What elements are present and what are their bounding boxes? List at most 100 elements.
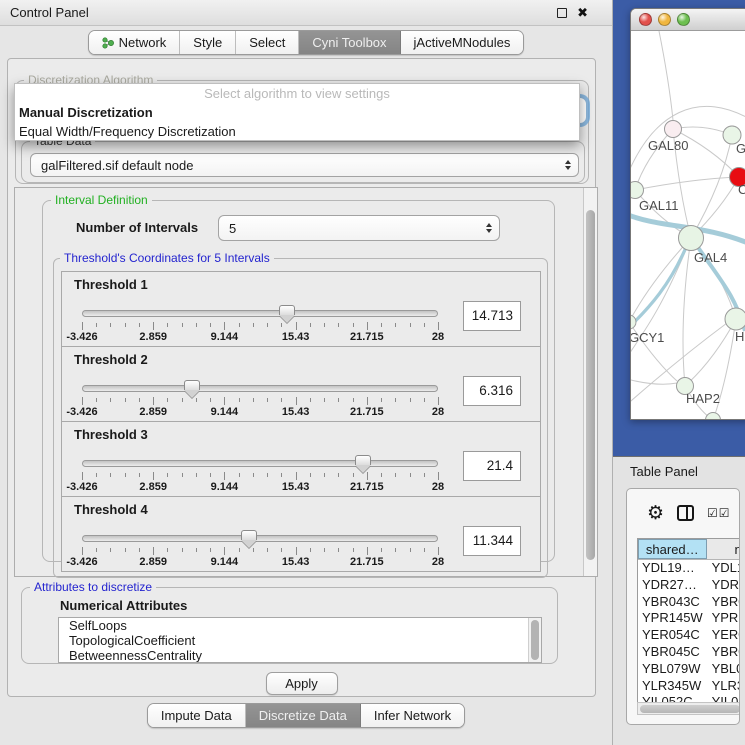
threshold-panel-2: Threshold 2-3.4262.8599.14415.4321.71528…: [61, 346, 541, 422]
table-cell: YPR145W: [638, 610, 707, 627]
attribute-item-selfloops[interactable]: SelfLoops: [59, 618, 541, 633]
numerical-attributes-list[interactable]: SelfLoopsTopologicalCoefficientBetweenne…: [58, 617, 542, 663]
tab-network[interactable]: Network: [89, 31, 181, 54]
bottom-tab-bar: Impute DataDiscretize Data Infer Network: [147, 703, 465, 728]
tab-label: Infer Network: [374, 708, 451, 723]
table-row[interactable]: YIL052CYIL052C: [638, 694, 740, 702]
network-node[interactable]: [631, 182, 644, 199]
table-row[interactable]: YBR043CYBR043C: [638, 594, 740, 611]
slider-ticks: [82, 472, 440, 480]
tab-discretize-data[interactable]: Discretize Data: [246, 704, 361, 727]
float-window-icon[interactable]: [557, 8, 567, 18]
network-edge[interactable]: [685, 319, 736, 386]
numerical-attributes-label: Numerical Attributes: [60, 598, 187, 613]
network-view-window: GAL80GACGAL11GAL4HGCY1HAP2: [630, 8, 745, 420]
table-row[interactable]: YLR345WYLR345W: [638, 678, 740, 695]
threshold-panel-1: Threshold 1-3.4262.8599.14415.4321.71528…: [61, 271, 541, 347]
network-node[interactable]: [706, 413, 721, 421]
threshold-value-field-3[interactable]: 21.4: [463, 451, 521, 481]
threshold-panel-4: Threshold 4-3.4262.8599.14415.4321.71528…: [61, 496, 541, 572]
tab-infer-network[interactable]: Infer Network: [361, 704, 464, 727]
table-row[interactable]: YPR145WYPR145W: [638, 610, 740, 627]
slider-thumb[interactable]: [241, 530, 257, 540]
network-edge[interactable]: [635, 177, 739, 190]
scrollbar-thumb[interactable]: [640, 705, 740, 713]
app-root: Control Panel ✖ NetworkStyleSelectCyni T…: [0, 0, 745, 745]
tab-select[interactable]: Select: [236, 31, 299, 54]
table-row[interactable]: YDL19…YDL19…: [638, 560, 740, 577]
table-cell: YDL19…: [707, 560, 740, 577]
table-cell: YLR345W: [638, 678, 707, 695]
threshold-value-field-4[interactable]: 11.344: [463, 526, 521, 556]
node-label-gcy1: GCY1: [631, 330, 664, 345]
threshold-slider-2[interactable]: -3.4262.8599.14415.4321.71528: [80, 383, 440, 419]
columns-icon[interactable]: [677, 505, 694, 521]
popup-item-equal-width[interactable]: Equal Width/Frequency Discretization: [15, 122, 579, 141]
network-node[interactable]: [631, 315, 636, 329]
attribute-item-betweennesscentrality[interactable]: BetweennessCentrality: [59, 648, 541, 663]
scrollbar-thumb[interactable]: [586, 210, 595, 560]
slider-track[interactable]: [82, 460, 438, 467]
slider-track[interactable]: [82, 310, 438, 317]
table-cell: YBR045C: [638, 644, 707, 661]
table-cell: YER054C: [638, 627, 707, 644]
interval-definition-label: Interval Definition: [51, 193, 152, 207]
table-row[interactable]: YDR27…YDR27…: [638, 577, 740, 594]
network-edge[interactable]: [691, 135, 732, 238]
scrollbar-thumb[interactable]: [531, 620, 539, 660]
network-node[interactable]: [725, 308, 745, 330]
thresholds-group-label: Threshold's Coordinates for 5 Intervals: [60, 251, 274, 265]
network-edge[interactable]: [631, 238, 691, 322]
slider-thumb[interactable]: [279, 305, 295, 315]
tab-cyni-toolbox[interactable]: Cyni Toolbox: [299, 31, 400, 54]
close-icon[interactable]: ✖: [577, 8, 588, 18]
attribute-item-topologicalcoefficient[interactable]: TopologicalCoefficient: [59, 633, 541, 648]
slider-track[interactable]: [82, 385, 438, 392]
tab-impute-data[interactable]: Impute Data: [148, 704, 246, 727]
number-of-intervals-label: Number of Intervals: [76, 220, 198, 235]
popup-placeholder[interactable]: Select algorithm to view settings: [15, 84, 579, 103]
slider-thumb[interactable]: [184, 380, 200, 390]
threshold-slider-1[interactable]: -3.4262.8599.14415.4321.71528: [80, 308, 440, 344]
tab-style[interactable]: Style: [180, 31, 236, 54]
network-edge[interactable]: [683, 238, 691, 386]
list-vertical-scrollbar[interactable]: [528, 618, 541, 662]
node-label-hap2: HAP2: [686, 391, 720, 406]
number-of-intervals-combobox[interactable]: 5: [218, 215, 500, 241]
column-header-name[interactable]: name: [707, 539, 740, 559]
network-node[interactable]: [679, 226, 704, 251]
gear-icon[interactable]: ⚙: [647, 504, 664, 523]
checkbox-icons[interactable]: ☑☑: [707, 506, 731, 520]
threshold-slider-4[interactable]: -3.4262.8599.14415.4321.71528: [80, 533, 440, 569]
threshold-value-field-1[interactable]: 14.713: [463, 301, 521, 331]
network-graph: GAL80GACGAL11GAL4HGCY1HAP2: [631, 31, 745, 420]
zoom-traffic-light[interactable]: [677, 13, 690, 26]
column-header-shared-[interactable]: shared…: [638, 539, 707, 559]
network-node[interactable]: [665, 121, 682, 138]
minimize-traffic-light[interactable]: [658, 13, 671, 26]
apply-button[interactable]: Apply: [266, 672, 338, 695]
network-edge[interactable]: [659, 31, 673, 120]
popup-item-manual-discretization[interactable]: Manual Discretization: [15, 103, 579, 122]
table-row[interactable]: YBR045CYBR045C: [638, 644, 740, 661]
network-canvas[interactable]: GAL80GACGAL11GAL4HGCY1HAP2: [631, 31, 745, 420]
slider-thumb[interactable]: [355, 455, 371, 465]
combo-stepper-icon: [486, 223, 492, 233]
table-horizontal-scrollbar[interactable]: [637, 702, 740, 715]
network-edge[interactable]: [631, 245, 687, 333]
tab-jactivemnodules[interactable]: jActiveMNodules: [401, 31, 524, 54]
table-row[interactable]: YBL079WYBL079W: [638, 661, 740, 678]
threshold-slider-3[interactable]: -3.4262.8599.14415.4321.71528: [80, 458, 440, 494]
slider-track[interactable]: [82, 535, 438, 542]
table-data-combobox[interactable]: galFiltered.sif default node: [30, 153, 579, 177]
close-traffic-light[interactable]: [639, 13, 652, 26]
table-panel-card: ⚙ ☑☑ shared…name YDL19…YDL19…YDR27…YDR27…: [626, 488, 740, 725]
top-tab-bar: Network Style SelectCyni ToolboxjActiveMNo…: [88, 30, 525, 55]
table-row[interactable]: YER054CYER054C: [638, 627, 740, 644]
settings-vertical-scrollbar[interactable]: [583, 188, 597, 576]
threshold-value-field-2[interactable]: 6.316: [463, 376, 521, 406]
table-cell: YDR27…: [638, 577, 707, 594]
tab-label: Style: [193, 35, 222, 50]
table-cell: YDL19…: [638, 560, 707, 577]
table-cell: YDR27…: [707, 577, 740, 594]
